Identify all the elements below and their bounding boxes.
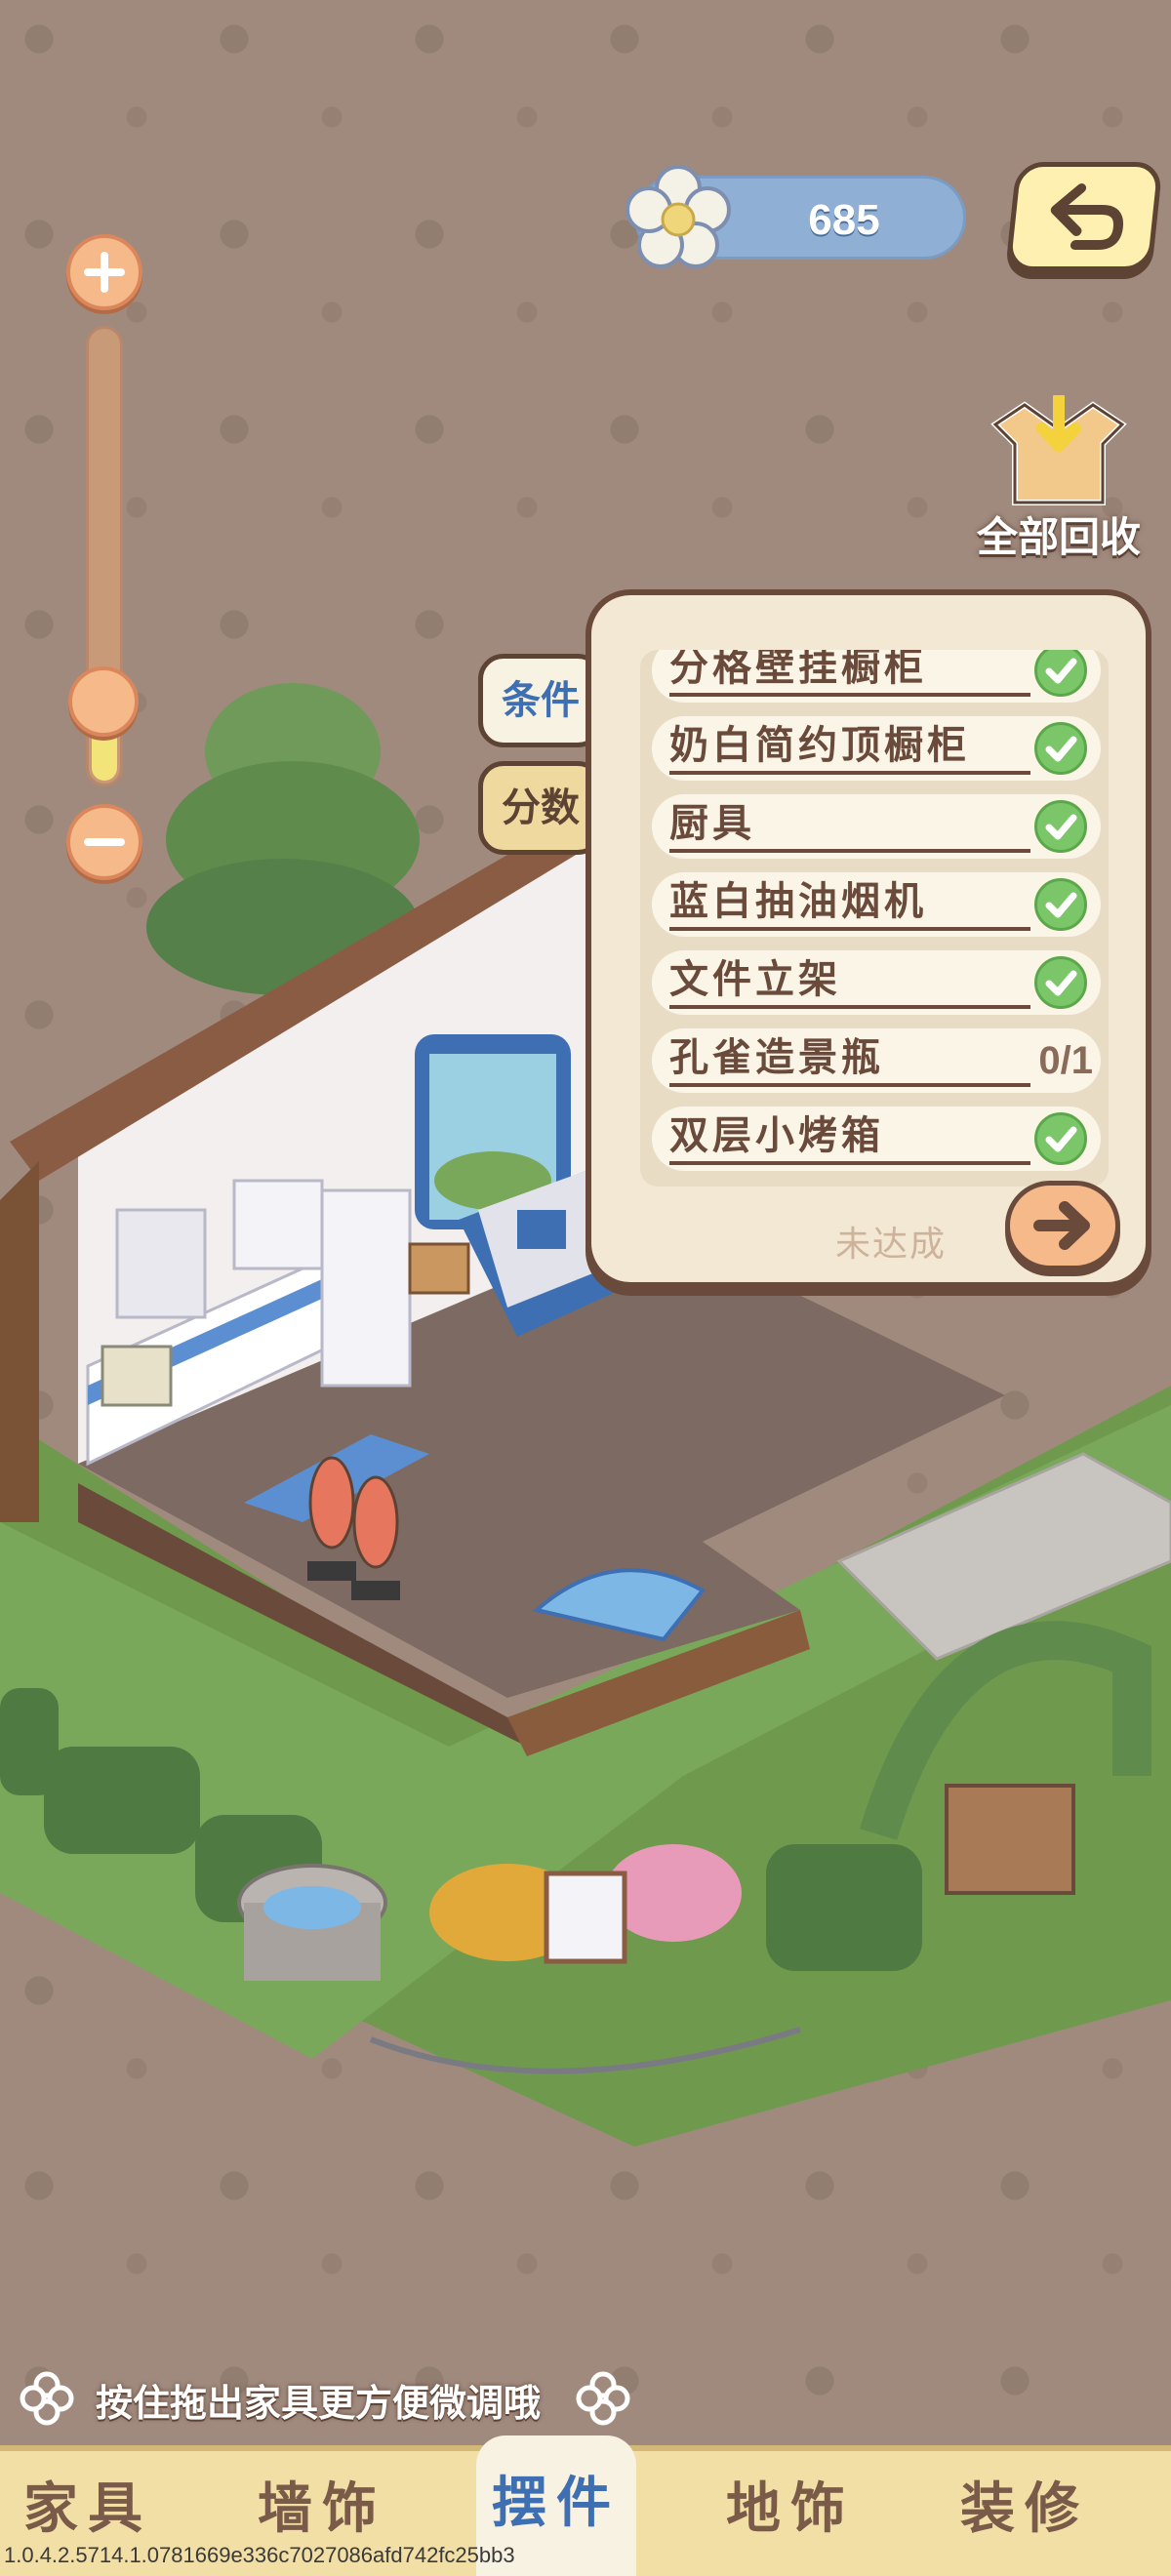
quest-conditions-panel: 分格壁挂橱柜 奶白简约顶橱柜 厨具 蓝白抽油烟机 文件立架 孔雀造景瓶 0/1 双层小烤箱 未… bbox=[586, 589, 1151, 1288]
currency-counter: 685 bbox=[626, 165, 966, 268]
condition-item: 厨具 bbox=[652, 794, 1101, 859]
condition-item-name: 厨具 bbox=[669, 798, 1030, 853]
arrow-right-icon bbox=[1033, 1201, 1090, 1250]
recycle-all-label: 全部回收 bbox=[976, 513, 1141, 561]
currency-value: 685 bbox=[808, 196, 880, 244]
condition-item: 奶白简约顶橱柜 bbox=[652, 716, 1101, 781]
checkmark-icon bbox=[1034, 650, 1087, 697]
checkmark-icon bbox=[1034, 956, 1087, 1009]
clover-icon bbox=[576, 2371, 630, 2426]
clover-icon bbox=[20, 2371, 74, 2426]
condition-item: 文件立架 bbox=[652, 950, 1101, 1015]
plus-icon bbox=[84, 252, 125, 293]
condition-list[interactable]: 分格壁挂橱柜 奶白简约顶橱柜 厨具 蓝白抽油烟机 文件立架 孔雀造景瓶 0/1 双层小烤箱 bbox=[640, 650, 1109, 1187]
flower-icon bbox=[626, 165, 731, 268]
build-version: 1.0.4.2.5714.1.0781669e336c7027086afd742… bbox=[4, 2543, 515, 2567]
undo-arrow-icon bbox=[1050, 183, 1124, 250]
checkmark-icon bbox=[1034, 800, 1087, 853]
condition-item-progress: 0/1 bbox=[1038, 1039, 1093, 1082]
zoom-out-button[interactable] bbox=[66, 804, 142, 880]
condition-item: 孔雀造景瓶 0/1 bbox=[652, 1028, 1101, 1093]
zoom-slider-handle[interactable] bbox=[68, 666, 139, 737]
condition-item: 双层小烤箱 bbox=[652, 1107, 1101, 1171]
condition-item-name: 文件立架 bbox=[669, 954, 1030, 1009]
hint-text: 按住拖出家具更方便微调哦 bbox=[96, 2382, 542, 2425]
tab-floor-decor[interactable]: 地饰 bbox=[693, 2451, 888, 2576]
tab-conditions[interactable]: 条件 bbox=[478, 654, 603, 747]
recycle-all-button[interactable]: 全部回收 bbox=[956, 395, 1161, 571]
condition-item: 蓝白抽油烟机 bbox=[652, 872, 1101, 937]
condition-item-name: 孔雀造景瓶 bbox=[669, 1032, 1030, 1087]
checkmark-icon bbox=[1034, 722, 1087, 775]
hint-banner: 按住拖出家具更方便微调哦 bbox=[20, 2367, 644, 2435]
go-button[interactable] bbox=[1005, 1181, 1120, 1270]
tab-renovation[interactable]: 装修 bbox=[927, 2451, 1122, 2576]
condition-item-name: 分格壁挂橱柜 bbox=[669, 650, 1030, 697]
condition-item-name: 奶白简约顶橱柜 bbox=[669, 720, 1030, 775]
checkmark-icon bbox=[1034, 878, 1087, 931]
condition-item-name: 双层小烤箱 bbox=[669, 1110, 1030, 1165]
checkmark-icon bbox=[1034, 1112, 1087, 1165]
box-arrow-icon bbox=[990, 395, 1127, 505]
tab-score[interactable]: 分数 bbox=[478, 761, 603, 855]
quest-status: 未达成 bbox=[835, 1225, 948, 1265]
condition-item-name: 蓝白抽油烟机 bbox=[669, 876, 1030, 931]
minus-icon bbox=[84, 838, 125, 846]
stone-well bbox=[237, 1864, 387, 1981]
condition-item: 分格壁挂橱柜 bbox=[652, 650, 1101, 703]
back-button[interactable] bbox=[1005, 162, 1163, 271]
zoom-in-button[interactable] bbox=[66, 234, 142, 310]
